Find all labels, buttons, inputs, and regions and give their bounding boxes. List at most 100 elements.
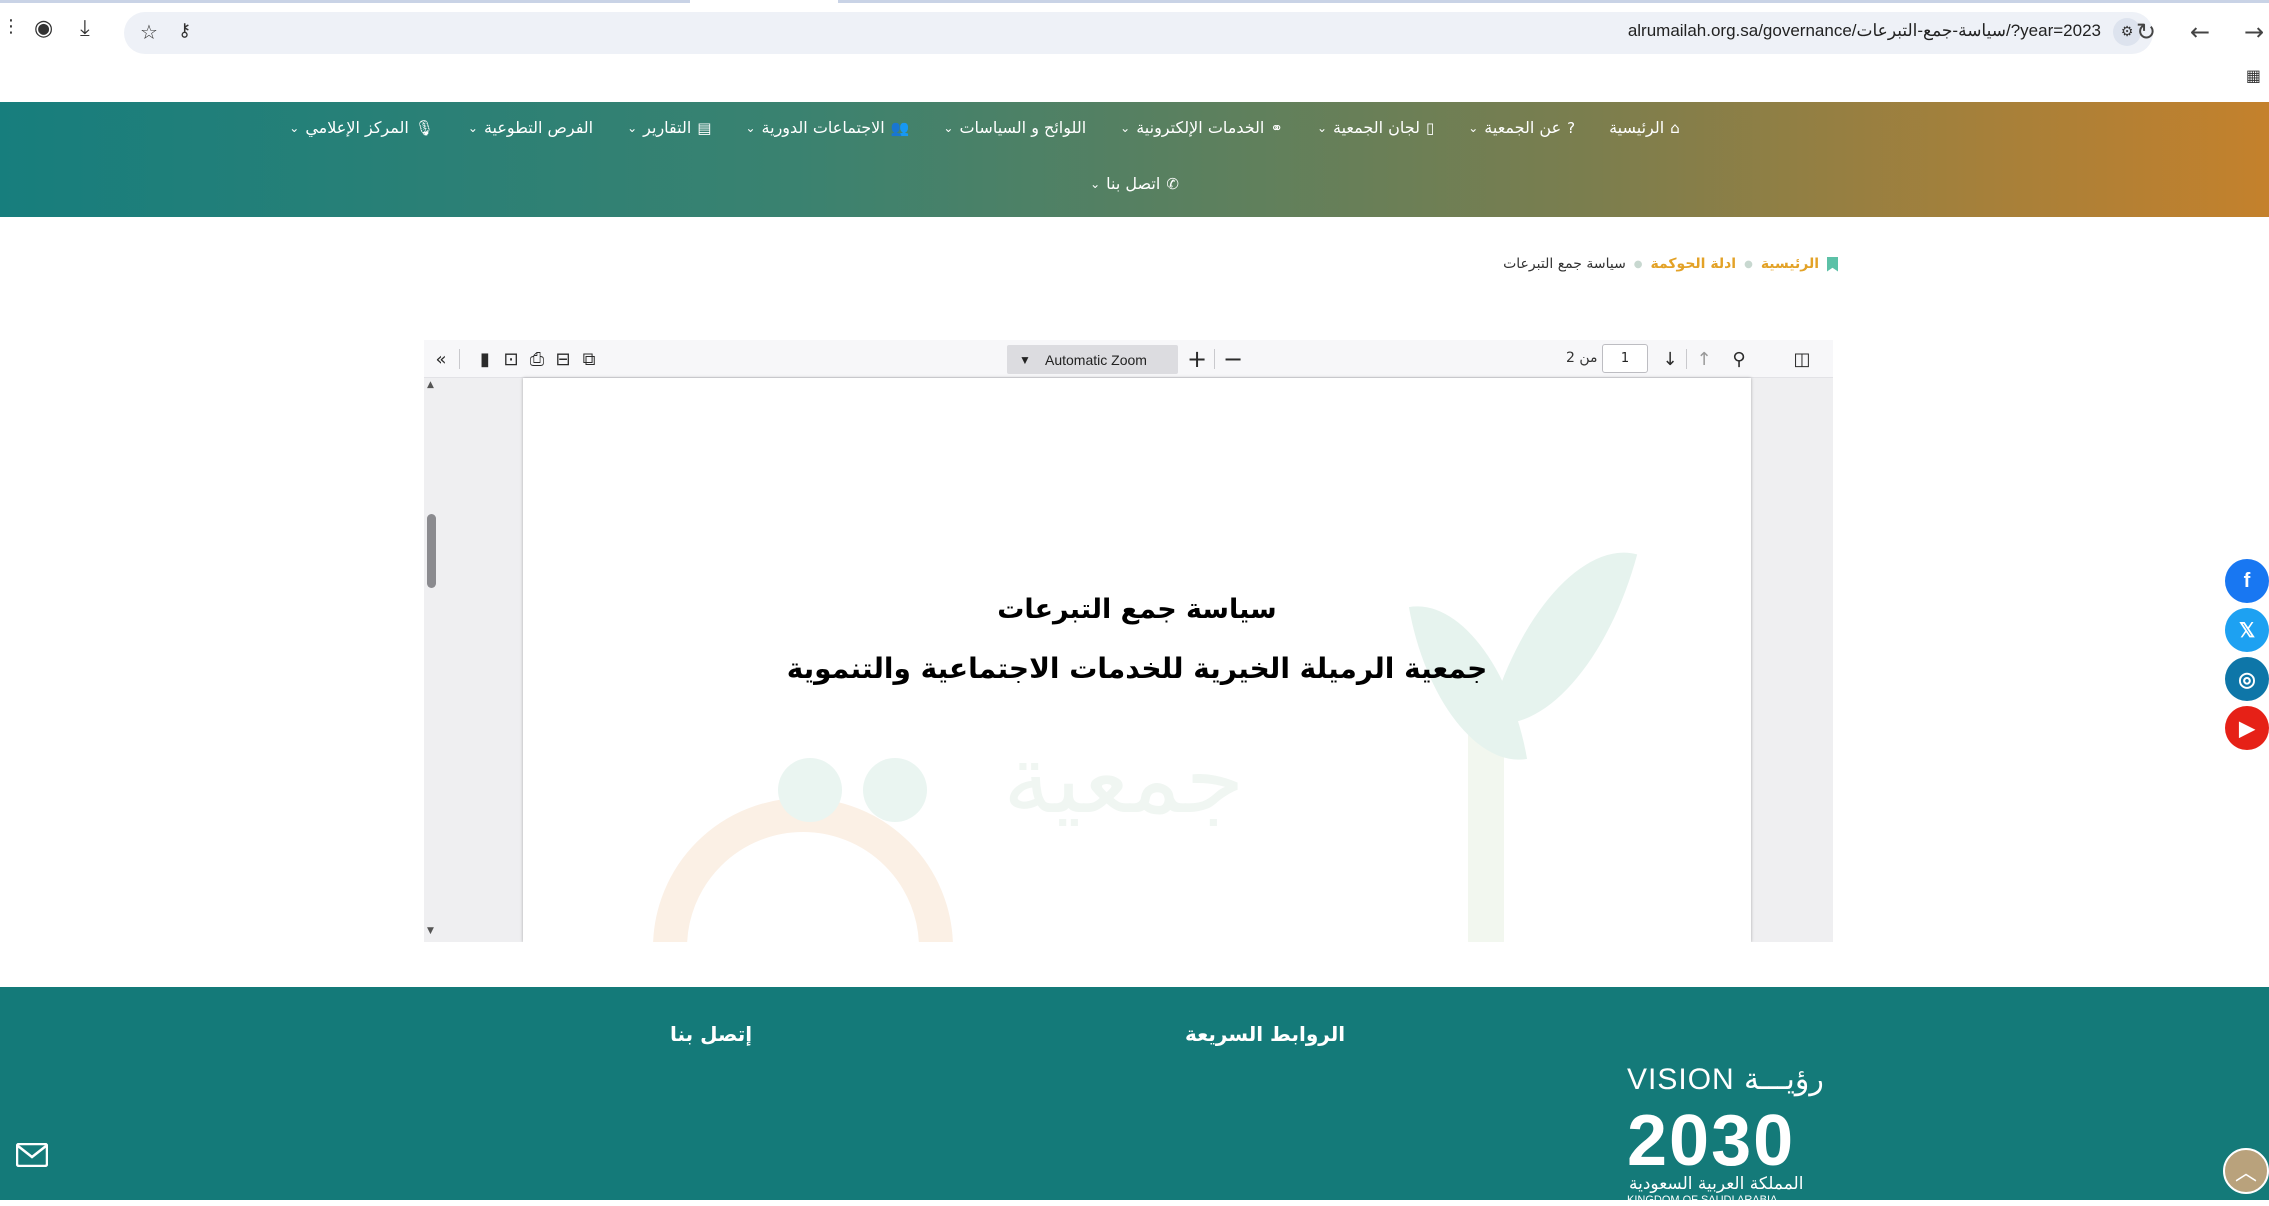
nav-item[interactable]: ⌂ الرئيسية [1609, 118, 1680, 137]
chevron-down-icon: ⌄ [1316, 120, 1328, 135]
nav-item[interactable]: الفرص التطوعية ⌄ [468, 118, 593, 137]
chevron-down-icon: ⌄ [745, 120, 756, 135]
zoom-select[interactable]: ▼ Automatic Zoom [1007, 345, 1178, 374]
save-file-icon[interactable]: ⊟ [550, 346, 576, 372]
menu-dots-icon[interactable]: ⋮ [2, 16, 20, 37]
bookmark-icon [1827, 256, 1838, 272]
home-icon: ⌂ [1670, 118, 1680, 137]
breadcrumb-section[interactable]: ادلة الحوكمة [1651, 256, 1737, 272]
footer [0, 987, 2269, 1200]
report-icon: ▤ [697, 118, 712, 137]
microphone-icon: 🎙 [414, 118, 434, 137]
open-file-icon[interactable]: ⊡ [498, 346, 524, 372]
chevron-down-icon: ▼ [1019, 352, 1031, 367]
nav-item[interactable]: 👥 الاجتماعات الدورية ⌄ [745, 118, 909, 137]
nav-item-label: اللوائح و السياسات [959, 118, 1087, 137]
watermark-logo-shape [863, 758, 927, 822]
nav-item[interactable]: ✆ اتصل بنا ⌄ [1090, 174, 1179, 193]
toolbar-divider [1686, 349, 1687, 369]
scroll-to-top-button[interactable]: ︿ [2223, 1148, 2269, 1194]
apps-grid-icon[interactable]: ▦ [2246, 66, 2261, 85]
presentation-mode-icon[interactable]: ⧉ [576, 346, 602, 372]
nav-item-label: عن الجمعية [1484, 118, 1562, 137]
nav-item-label: اتصل بنا [1106, 174, 1161, 193]
facebook-icon[interactable]: f [2225, 559, 2269, 603]
bookmark-tool-icon[interactable]: ▮ [472, 346, 498, 372]
nav-item-label: التقارير [643, 118, 692, 137]
bookmark-star-icon[interactable]: ☆ [140, 20, 158, 44]
phone-icon: ✆ [1166, 174, 1179, 193]
vertical-scrollbar[interactable]: ▲ ▼ [424, 378, 439, 942]
download-icon[interactable]: ⤓ [80, 16, 90, 41]
tab-strip-left [0, 0, 690, 3]
instagram-icon[interactable]: ◎ [2225, 657, 2269, 701]
main-nav-row-1: ⌂ الرئيسية? عن الجمعية ⌄ ▯ لجان الجمعية ⌄ ⚭ الخد… [0, 118, 2269, 137]
users-icon: 👥 [890, 118, 910, 137]
chevron-down-icon: ⌄ [627, 120, 638, 135]
sidebar-toggle-icon[interactable]: ◫ [1789, 346, 1815, 372]
footer-quick-links-heading: الروابط السريعة [1185, 1022, 1346, 1046]
nav-item-label: الفرص التطوعية [483, 118, 594, 137]
vision-logo-english: KINGDOM OF SAUDI ARABIA [1627, 1194, 1778, 1206]
chevron-up-icon: ︿ [2234, 1161, 2257, 1186]
scrollbar-thumb[interactable] [427, 514, 436, 588]
scroll-down-arrow-icon[interactable]: ▼ [427, 926, 434, 936]
pdf-page: جمعية سياسة جمع التبرعات جمعية الرميلة ا… [523, 378, 1751, 942]
extension-icon[interactable]: ◉ [34, 16, 53, 41]
watermark-leaf-shape [1488, 528, 1638, 748]
document-icon: ▯ [1425, 118, 1435, 137]
x-icon[interactable]: 𝕏 [2225, 608, 2269, 652]
chevron-down-icon: ⌄ [289, 120, 300, 135]
chevron-down-icon: ⌄ [943, 120, 954, 135]
youtube-icon[interactable]: ▶ [2225, 706, 2269, 750]
question-icon: ? [1567, 118, 1576, 137]
back-icon[interactable]: ← [2185, 18, 2215, 48]
nav-item[interactable]: 🎙 المركز الإعلامي ⌄ [289, 118, 434, 137]
vision-logo-arabic: المملكة العربية السعودية [1629, 1174, 1804, 1194]
nav-item[interactable]: ? عن الجمعية ⌄ [1468, 118, 1575, 137]
chevron-down-icon: ⌄ [1090, 176, 1101, 191]
nav-item-label: لجان الجمعية [1333, 118, 1420, 137]
nav-item-label: الرئيسية [1609, 118, 1665, 137]
breadcrumb-current: سياسة جمع التبرعات [1503, 256, 1626, 272]
chevron-down-icon: ⌄ [467, 120, 478, 135]
footer-contact-heading: إتصل بنا [670, 1022, 753, 1046]
zoom-out-icon[interactable]: − [1220, 345, 1246, 373]
zoom-value: Automatic Zoom [1045, 351, 1147, 368]
find-search-icon[interactable]: ⚲ [1726, 346, 1752, 372]
reload-icon[interactable]: ↻ [2131, 18, 2161, 48]
breadcrumb-separator: ● [1744, 258, 1753, 270]
nav-item[interactable]: ⚭ الخدمات الإلكترونية ⌄ [1120, 118, 1283, 137]
password-key-icon[interactable]: ⚷ [178, 20, 191, 41]
scroll-up-arrow-icon[interactable]: ▲ [427, 380, 434, 390]
breadcrumb-home[interactable]: الرئيسية [1761, 256, 1819, 272]
print-icon[interactable]: ⎙ [524, 346, 550, 372]
nav-item[interactable]: ▯ لجان الجمعية ⌄ [1317, 118, 1434, 137]
chevron-down-icon: ⌄ [1120, 120, 1131, 135]
watermark-text: جمعية [1003, 723, 1245, 835]
watermark-logo-shape [778, 758, 842, 822]
toolbar-divider [1214, 349, 1215, 369]
forward-icon[interactable]: → [2239, 18, 2269, 48]
toolbar-divider [459, 349, 460, 369]
next-page-icon[interactable]: ↓ [1657, 346, 1683, 372]
page-number-input[interactable]: 1 [1602, 344, 1648, 373]
pdf-toolbar: « ▮ ⊡ ⎙ ⊟ ⧉ ▼ Automatic Zoom + − من 2 1 … [424, 340, 1833, 378]
previous-page-icon[interactable]: ↑ [1691, 346, 1717, 372]
page-total: من 2 [1566, 350, 1598, 366]
url-text[interactable]: alrumailah.org.sa/governance/سياسة-جمع-ا… [1628, 21, 2101, 41]
nav-item[interactable]: ▤ التقارير ⌄ [627, 118, 711, 137]
vision-2030-logo: VISION رؤيـــة 2030 المملكة العربية السع… [1627, 1062, 1837, 1206]
nav-item[interactable]: اللوائح و السياسات ⌄ [943, 118, 1086, 137]
nav-item-label: المركز الإعلامي [305, 118, 409, 137]
zoom-in-icon[interactable]: + [1184, 345, 1210, 373]
document-title: سياسة جمع التبرعات [997, 594, 1277, 625]
mail-icon[interactable] [16, 1143, 48, 1167]
tools-expand-icon[interactable]: « [428, 346, 454, 372]
vision-logo-year: 2030 [1627, 1101, 1796, 1181]
chevron-down-icon: ⌄ [1468, 120, 1479, 135]
pdf-viewer: « ▮ ⊡ ⎙ ⊟ ⧉ ▼ Automatic Zoom + − من 2 1 … [424, 340, 1833, 942]
nav-item-label: الاجتماعات الدورية [761, 118, 885, 137]
vision-logo-title: VISION رؤيـــة [1627, 1063, 1824, 1096]
browser-chrome: ⋮ ◉ ⤓ ☆ ⚷ alrumailah.org.sa/governance/س… [0, 0, 2269, 100]
